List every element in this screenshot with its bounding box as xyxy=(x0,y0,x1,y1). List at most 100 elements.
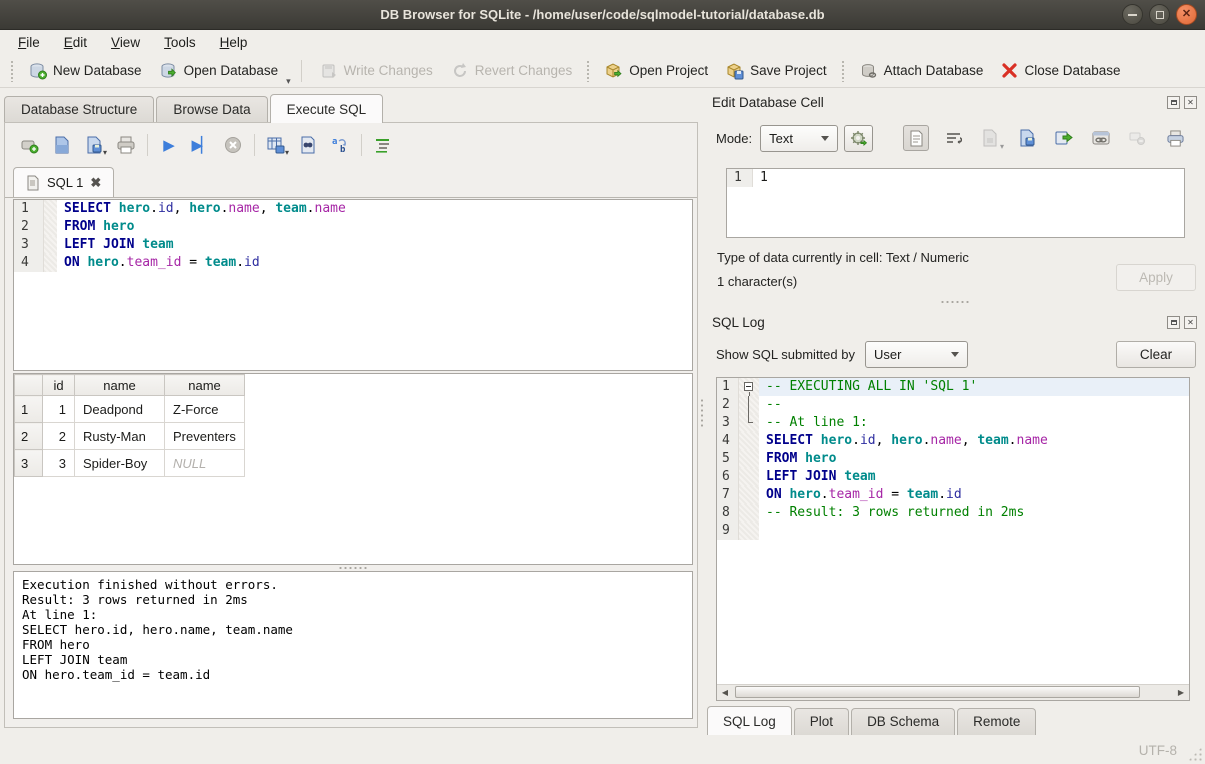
execute-to-cursor-button[interactable]: ▶▏ xyxy=(188,132,214,158)
scrollbar-track[interactable] xyxy=(733,685,1173,700)
find-replace-button[interactable]: a b xyxy=(327,132,353,158)
sql-document-tab[interactable]: SQL 1 ✖ xyxy=(13,167,114,197)
clear-log-button[interactable]: Clear xyxy=(1116,341,1196,368)
dock-float-button[interactable] xyxy=(1167,316,1180,329)
log-horizontal-scrollbar[interactable]: ◀ ▶ xyxy=(717,684,1189,700)
resize-grip[interactable] xyxy=(1188,747,1202,761)
cell-id[interactable]: 3 xyxy=(43,450,75,477)
open-project-button[interactable]: Open Project xyxy=(597,58,716,84)
tab-sql-log[interactable]: SQL Log xyxy=(707,706,792,735)
float-icon xyxy=(1171,320,1177,325)
minimize-icon xyxy=(1128,14,1137,16)
toolbar-drag-handle[interactable] xyxy=(841,60,846,82)
tab-browse-data[interactable]: Browse Data xyxy=(156,96,267,123)
close-sql-tab-icon[interactable]: ✖ xyxy=(90,175,101,191)
auto-switch-mode-button[interactable] xyxy=(844,125,873,152)
menu-file[interactable]: File xyxy=(6,32,52,53)
dock-float-button[interactable] xyxy=(1167,96,1180,109)
splitter-handle-icon xyxy=(940,300,970,304)
save-sql-file-button[interactable]: ▾ xyxy=(81,132,107,158)
open-database-dropdown[interactable]: ▾ xyxy=(286,76,291,87)
cell-hero-name[interactable]: Deadpond xyxy=(75,396,165,423)
cell-value-editor[interactable]: 1 1 xyxy=(726,168,1185,238)
import-cell-data-button[interactable] xyxy=(1014,125,1040,151)
print-cell-button[interactable] xyxy=(1162,125,1188,151)
corner-header[interactable] xyxy=(15,375,43,396)
log-filter-combobox[interactable]: User xyxy=(865,341,968,368)
new-database-button[interactable]: New Database xyxy=(21,58,150,84)
cell-id[interactable]: 2 xyxy=(43,423,75,450)
revert-changes-button: Revert Changes xyxy=(443,58,581,84)
tab-remote[interactable]: Remote xyxy=(957,708,1036,735)
close-button[interactable]: ✕ xyxy=(1176,4,1197,25)
sql-log-view[interactable]: 1-- EXECUTING ALL IN 'SQL 1'2--3-- At li… xyxy=(716,377,1190,701)
close-database-button[interactable]: Close Database xyxy=(993,58,1128,83)
save-project-button[interactable]: Save Project xyxy=(718,58,835,84)
write-changes-button: Write Changes xyxy=(312,58,441,84)
export-cell-data-button[interactable] xyxy=(1051,125,1077,151)
table-row[interactable]: 2 2 Rusty-Man Preventers xyxy=(15,423,245,450)
row-header[interactable]: 2 xyxy=(15,423,43,450)
row-header[interactable]: 1 xyxy=(15,396,43,423)
sql-editor[interactable]: 1SELECT hero.id, hero.name, team.name2FR… xyxy=(13,199,693,371)
menu-tools[interactable]: Tools xyxy=(152,32,208,53)
dock-close-button[interactable]: ✕ xyxy=(1184,96,1197,109)
scroll-right-arrow[interactable]: ▶ xyxy=(1173,685,1189,700)
maximize-button[interactable] xyxy=(1149,4,1170,25)
cell-id[interactable]: 1 xyxy=(43,396,75,423)
cell-team-name-null[interactable]: NULL xyxy=(165,450,245,477)
table-row[interactable]: 3 3 Spider-Boy NULL xyxy=(15,450,245,477)
save-results-button[interactable]: ▾ xyxy=(263,132,289,158)
cell-hero-name[interactable]: Rusty-Man xyxy=(75,423,165,450)
word-wrap-button[interactable] xyxy=(940,125,966,151)
text-mode-toggle-button[interactable] xyxy=(903,125,929,151)
menu-edit[interactable]: Edit xyxy=(52,32,99,53)
save-dropdown-caret[interactable]: ▾ xyxy=(103,148,107,157)
cell-team-name[interactable]: Z-Force xyxy=(165,396,245,423)
chevron-down-icon xyxy=(821,136,829,141)
mode-combobox[interactable]: Text xyxy=(760,125,838,152)
document-icon xyxy=(909,130,924,147)
table-row[interactable]: 1 1 Deadpond Z-Force xyxy=(15,396,245,423)
sql-document-tabbar: SQL 1 ✖ xyxy=(5,167,697,198)
execution-message-area[interactable]: Execution finished without errors. Resul… xyxy=(13,571,693,719)
title-bar[interactable]: DB Browser for SQLite - /home/user/code/… xyxy=(0,0,1205,30)
auto-format-button[interactable] xyxy=(370,132,396,158)
find-button[interactable] xyxy=(295,132,321,158)
row-header[interactable]: 3 xyxy=(15,450,43,477)
column-header-name1[interactable]: name xyxy=(75,375,165,396)
splitter-handle-icon xyxy=(700,398,704,428)
minimize-button[interactable] xyxy=(1122,4,1143,25)
toolbar-drag-handle[interactable] xyxy=(10,60,15,82)
scrollbar-thumb[interactable] xyxy=(735,686,1140,698)
panel-splitter[interactable] xyxy=(698,88,705,738)
encoding-indicator[interactable]: UTF-8 xyxy=(1139,743,1177,758)
sql-file-icon xyxy=(26,175,40,191)
column-header-id[interactable]: id xyxy=(43,375,75,396)
save-results-caret[interactable]: ▾ xyxy=(285,148,289,157)
open-sql-file-button[interactable] xyxy=(49,132,75,158)
tab-db-schema[interactable]: DB Schema xyxy=(851,708,955,735)
open-in-external-button[interactable] xyxy=(1088,125,1114,151)
dock-splitter[interactable] xyxy=(705,299,1205,305)
cell-hero-name[interactable]: Spider-Boy xyxy=(75,450,165,477)
column-header-name2[interactable]: name xyxy=(165,375,245,396)
menu-view[interactable]: View xyxy=(99,32,152,53)
execute-all-button[interactable]: ▶ xyxy=(156,132,182,158)
attach-database-button[interactable]: Attach Database xyxy=(852,58,992,84)
tab-database-structure[interactable]: Database Structure xyxy=(4,96,154,123)
dock-close-button[interactable]: ✕ xyxy=(1184,316,1197,329)
cell-team-name[interactable]: Preventers xyxy=(165,423,245,450)
cell-count-text: 1 character(s) xyxy=(717,270,1097,294)
sql-toolbar: ▾ ▶ ▶▏ xyxy=(11,129,396,161)
open-database-button[interactable]: Open Database xyxy=(152,58,287,84)
dock-area: Edit Database Cell ✕ Mode: Text xyxy=(705,88,1205,738)
toolbar-drag-handle[interactable] xyxy=(586,60,591,82)
print-button[interactable] xyxy=(113,132,139,158)
results-grid[interactable]: id name name 1 1 Deadpond Z-Force xyxy=(13,373,693,565)
scroll-left-arrow[interactable]: ◀ xyxy=(717,685,733,700)
tab-execute-sql[interactable]: Execute SQL xyxy=(270,94,384,123)
tab-plot[interactable]: Plot xyxy=(794,708,849,735)
menu-help[interactable]: Help xyxy=(208,32,260,53)
new-sql-tab-button[interactable] xyxy=(17,132,43,158)
